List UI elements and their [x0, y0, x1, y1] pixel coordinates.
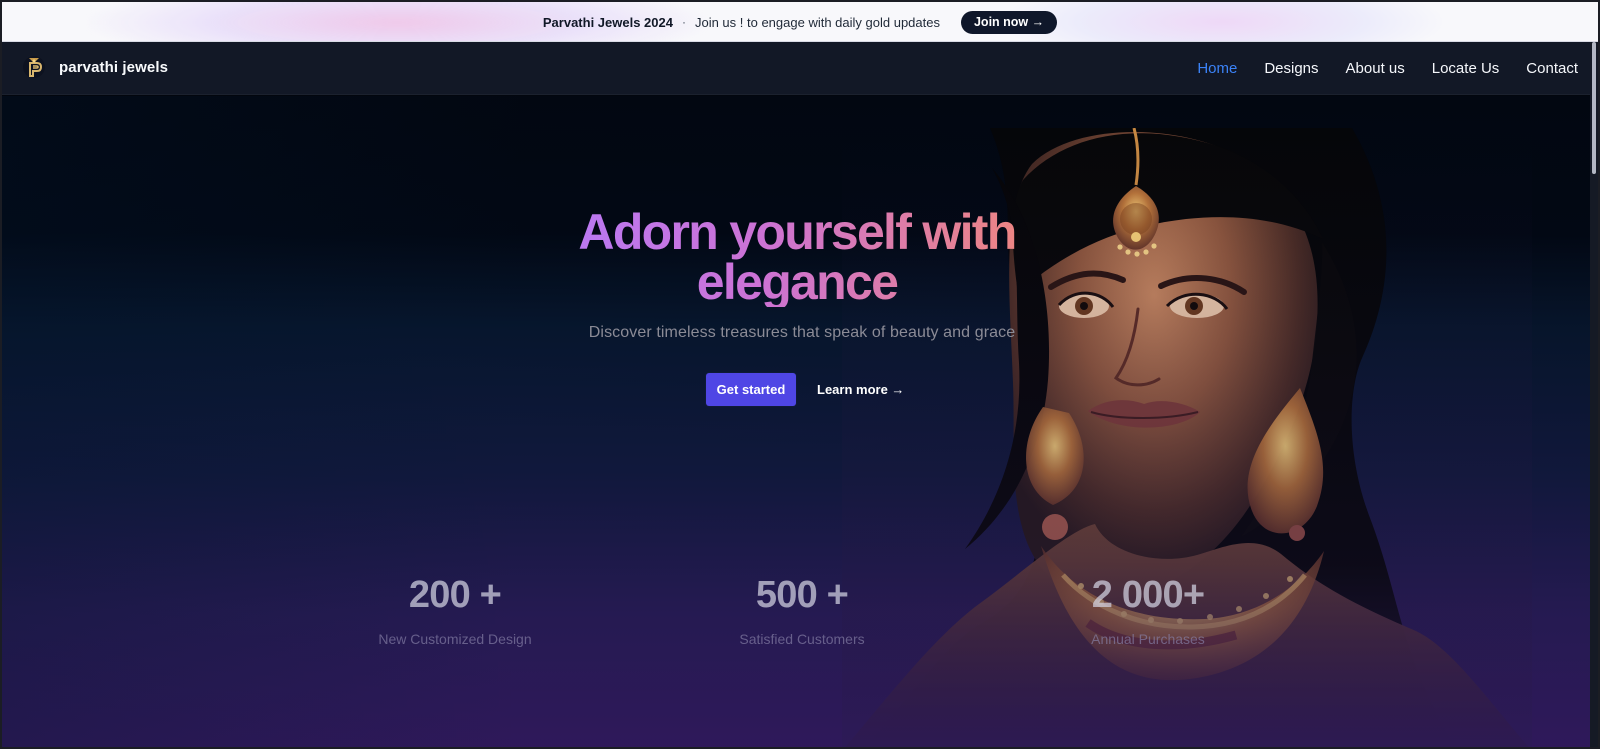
learn-more-link[interactable]: Learn more →: [817, 382, 904, 397]
announcement-banner: Parvathi Jewels 2024 · Join us ! to enga…: [2, 2, 1598, 42]
stat-annual-purchases: 2 000+ Annual Purchases: [1048, 571, 1248, 647]
stat-new-customized-design: 200 + New Customized Design: [355, 571, 555, 647]
stat-label: Satisfied Customers: [739, 631, 865, 647]
hero-subtitle: Discover timeless treasures that speak o…: [588, 324, 1016, 341]
get-started-button[interactable]: Get started: [706, 373, 796, 406]
statistics-row: 200 + New Customized Design 500 + Satisf…: [2, 571, 1598, 661]
nav-item-about-us[interactable]: About us: [1346, 60, 1405, 77]
brand-link[interactable]: parvathi jewels: [22, 55, 168, 79]
hero-title: Adorn yourself with elegance: [550, 207, 1044, 307]
stat-value: 200 +: [408, 574, 502, 616]
nav-item-locate-us[interactable]: Locate Us: [1432, 60, 1500, 77]
hero-section: Adorn yourself with elegance Discover ti…: [2, 96, 1598, 747]
main-nav-links: Home Designs About us Locate Us Contact: [1197, 42, 1578, 95]
banner-message: Join us ! to engage with daily gold upda…: [694, 14, 940, 30]
banner-title: Parvathi Jewels 2024: [542, 14, 673, 30]
nav-item-home[interactable]: Home: [1197, 60, 1237, 77]
join-now-button[interactable]: Join now →: [960, 10, 1058, 34]
banner-content: Parvathi Jewels 2024 · Join us ! to enga…: [2, 2, 1598, 41]
stat-label: New Customized Design: [378, 631, 532, 647]
stat-value: 500 +: [755, 574, 849, 616]
nav-item-contact[interactable]: Contact: [1526, 60, 1578, 77]
banner-separator: ·: [681, 15, 686, 29]
nav-item-designs[interactable]: Designs: [1264, 60, 1318, 77]
brand-name: parvathi jewels: [59, 58, 169, 76]
stat-satisfied-customers: 500 + Satisfied Customers: [702, 571, 902, 647]
jewelry-landing-page: Parvathi Jewels 2024 · Join us ! to enga…: [0, 0, 1600, 749]
stat-value: 2 000+: [1091, 574, 1205, 616]
stat-label: Annual Purchases: [1091, 631, 1205, 647]
hero-actions: Get started Learn more →: [706, 373, 904, 406]
top-navigation: parvathi jewels Home Designs About us Lo…: [2, 42, 1598, 95]
p-jewel-logo-icon: [22, 55, 46, 79]
vertical-scrollbar[interactable]: [1590, 42, 1598, 747]
scrollbar-thumb[interactable]: [1592, 42, 1596, 174]
